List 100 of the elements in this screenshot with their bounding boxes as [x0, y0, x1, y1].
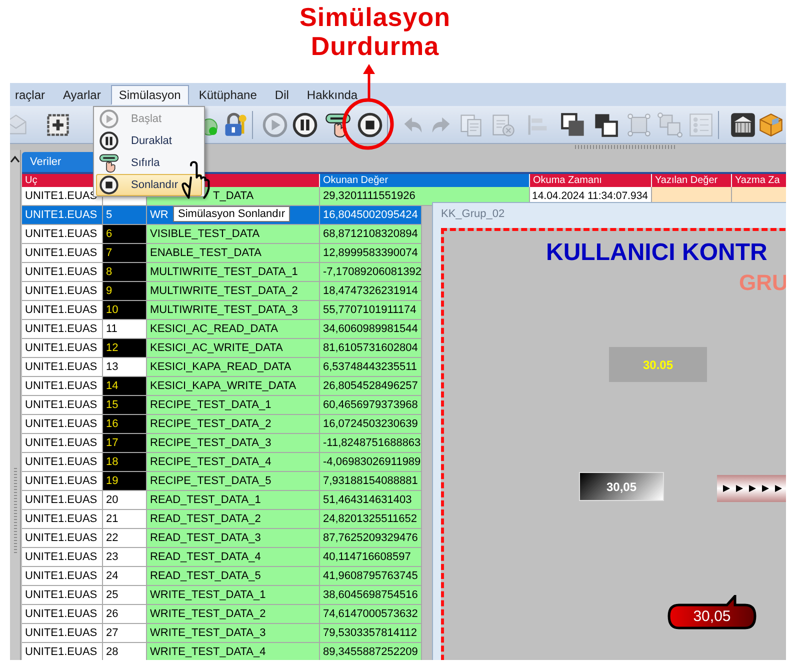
table-cell: 38,6045698754516 — [320, 586, 422, 605]
table-cell: UNITE1.EUAS — [22, 282, 103, 301]
table-cell: 60,4656979373968 — [320, 396, 422, 415]
table-cell: 24,8201325511652 — [320, 510, 422, 529]
table-cell: 11 — [103, 320, 147, 339]
table-cell: RECIPE_TEST_DATA_5 — [147, 472, 320, 491]
table-cell: READ_TEST_DATA_5 — [147, 567, 320, 586]
table-cell: UNITE1.EUAS — [22, 624, 103, 643]
tooltip: Simülasyon Sonlandır — [173, 206, 290, 222]
table-cell: RECIPE_TEST_DATA_1 — [147, 396, 320, 415]
table-cell: UNITE1.EUAS — [22, 643, 103, 660]
table-cell: 89,3455887252209 — [320, 643, 422, 660]
table-cell: 20 — [103, 491, 147, 510]
table-cell: READ_TEST_DATA_3 — [147, 529, 320, 548]
table-cell: ENABLE_TEST_DATA — [147, 244, 320, 263]
table-cell: KESICI_KAPA_WRITE_DATA — [147, 377, 320, 396]
table-cell: 55,7707101911174 — [320, 301, 422, 320]
table-cell: 10 — [103, 301, 147, 320]
table-cell: RECIPE_TEST_DATA_4 — [147, 453, 320, 472]
table-cell: 34,6060989981544 — [320, 320, 422, 339]
table-cell: UNITE1.EUAS — [22, 472, 103, 491]
table-cell: MULTIWRITE_TEST_DATA_1 — [147, 263, 320, 282]
table-cell: UNITE1.EUAS — [22, 320, 103, 339]
table-cell: UNITE1.EUAS — [22, 434, 103, 453]
table-cell: 16,0724503230639 — [320, 415, 422, 434]
table-cell: 7 — [103, 244, 147, 263]
annotation-title: Simülasyon Durdurma — [300, 3, 450, 61]
table-cell: 26,8054528496257 — [320, 377, 422, 396]
table-cell: UNITE1.EUAS — [22, 548, 103, 567]
table-cell: MULTIWRITE_TEST_DATA_2 — [147, 282, 320, 301]
table-cell: WRITE_TEST_DATA_4 — [147, 643, 320, 660]
table-cell: UNITE1.EUAS — [22, 415, 103, 434]
table-cell: KESICI_KAPA_READ_DATA — [147, 358, 320, 377]
table-cell: 12,8999583390074 — [320, 244, 422, 263]
value-display: 30.05 — [609, 347, 707, 382]
table-cell: 8 — [103, 263, 147, 282]
table-cell: READ_TEST_DATA_1 — [147, 491, 320, 510]
table-cell: UNITE1.EUAS — [22, 529, 103, 548]
table-cell: 12 — [103, 339, 147, 358]
table-cell: WRITE_TEST_DATA_3 — [147, 624, 320, 643]
table-cell: 40,114716608597 — [320, 548, 422, 567]
table-cell: -4,06983026911989 — [320, 453, 422, 472]
table-cell: UNITE1.EUAS — [22, 301, 103, 320]
table-cell: 18 — [103, 453, 147, 472]
table-cell: 9 — [103, 282, 147, 301]
table-cell: KESICI_AC_WRITE_DATA — [147, 339, 320, 358]
table-cell: 16 — [103, 415, 147, 434]
table-cell: UNITE1.EUAS — [22, 491, 103, 510]
table-cell: UNITE1.EUAS — [22, 453, 103, 472]
window-title: KK_Grup_02 — [440, 207, 506, 222]
table-cell: 74,6147000573632 — [320, 605, 422, 624]
table-cell: 24 — [103, 567, 147, 586]
table-cell: UNITE1.EUAS — [22, 358, 103, 377]
table-cell: MULTIWRITE_TEST_DATA_3 — [147, 301, 320, 320]
table-cell: UNITE1.EUAS — [22, 510, 103, 529]
table-cell: 15 — [103, 396, 147, 415]
table-cell: 17 — [103, 434, 147, 453]
table-cell: 7,93188154088881 — [320, 472, 422, 491]
table-cell: 18,4747326231914 — [320, 282, 422, 301]
table-cell: 26 — [103, 605, 147, 624]
table-cell: UNITE1.EUAS — [22, 586, 103, 605]
table-cell: UNITE1.EUAS — [22, 567, 103, 586]
table-cell: UNITE1.EUAS — [22, 225, 103, 244]
table-cell: RECIPE_TEST_DATA_2 — [147, 415, 320, 434]
table-cell: 14 — [103, 377, 147, 396]
table-cell: VISIBLE_TEST_DATA — [147, 225, 320, 244]
table-cell: 81,6105731602804 — [320, 339, 422, 358]
table-cell: 25 — [103, 586, 147, 605]
table-cell: 79,5303357814112 — [320, 624, 422, 643]
table-cell: 68,8712108320894 — [320, 225, 422, 244]
table-cell: UNITE1.EUAS — [22, 396, 103, 415]
table-cell: WRITE_TEST_DATA_2 — [147, 605, 320, 624]
table-cell: 19 — [103, 472, 147, 491]
table-cell: KESICI_AC_READ_DATA — [147, 320, 320, 339]
table-cell: 87,7625209329476 — [320, 529, 422, 548]
table-cell: UNITE1.EUAS — [22, 263, 103, 282]
value-callout: 30,05 — [667, 595, 757, 630]
table-cell: -7,17089206081392 — [320, 263, 422, 282]
table-cell: 21 — [103, 510, 147, 529]
table-cell: UNITE1.EUAS — [22, 377, 103, 396]
table-cell: READ_TEST_DATA_2 — [147, 510, 320, 529]
table-cell: UNITE1.EUAS — [22, 187, 103, 206]
table-cell: UNITE1.EUAS — [22, 339, 103, 358]
table-cell: UNITE1.EUAS — [22, 244, 103, 263]
table-cell: -11,8248751688863 — [320, 434, 422, 453]
table-cell: 27 — [103, 624, 147, 643]
value-display: 30,05 — [579, 472, 664, 501]
table-cell: 6,53748443235511 — [320, 358, 422, 377]
table-cell: WRITE_TEST_DATA_1 — [147, 586, 320, 605]
table-cell: 13 — [103, 358, 147, 377]
table-cell: READ_TEST_DATA_4 — [147, 548, 320, 567]
table-cell: 6 — [103, 225, 147, 244]
table-cell: 23 — [103, 548, 147, 567]
table-cell: 41,9608795763745 — [320, 567, 422, 586]
table-cell: 29,3201111551926 — [320, 187, 530, 206]
table-cell: UNITE1.EUAS — [22, 605, 103, 624]
table-cell: 22 — [103, 529, 147, 548]
table-cell: 51,464314631403 — [320, 491, 422, 510]
table-cell: 28 — [103, 643, 147, 660]
table-cell: RECIPE_TEST_DATA_3 — [147, 434, 320, 453]
